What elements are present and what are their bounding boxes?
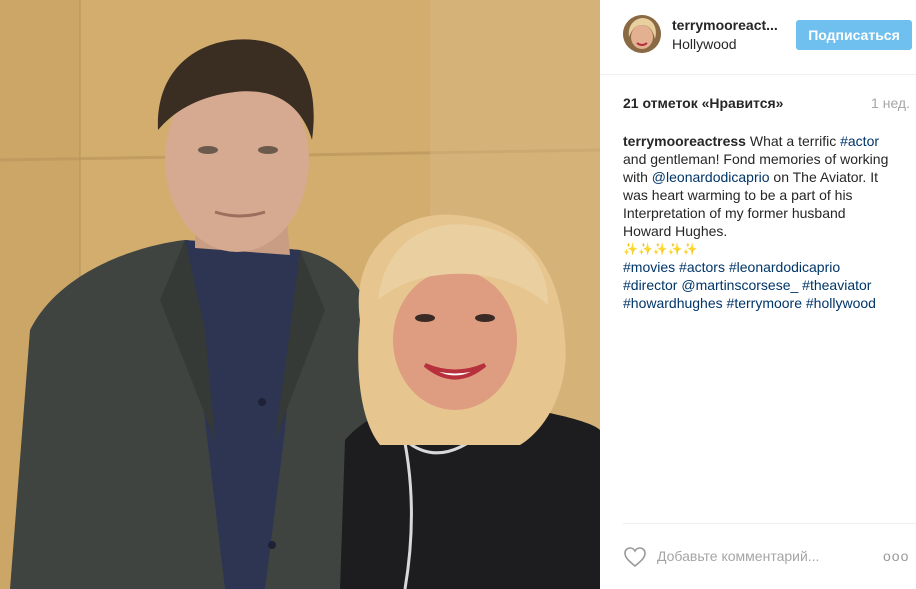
hashtag-link[interactable]: #director [623, 277, 677, 293]
hashtag-link[interactable]: #movies [623, 259, 675, 275]
hashtag-link[interactable]: #terrymoore [727, 295, 802, 311]
comment-input[interactable]: Добавьте комментарий... [657, 548, 877, 564]
mention-link[interactable]: @leonardodicaprio [652, 169, 770, 185]
caption-line-6: Howard Hughes. [623, 223, 728, 239]
caption-text: on The Aviator. It [769, 169, 878, 185]
hashtag-line-3: #howardhughes #terrymoore #hollywood [623, 294, 909, 312]
post-side-panel: terrymooreact... Hollywood Подписаться 2… [600, 0, 916, 589]
hashtag-link[interactable]: #hollywood [806, 295, 876, 311]
hashtag-line-2: #director @martinscorsese_ #theaviator [623, 276, 909, 294]
follow-button[interactable]: Подписаться [796, 20, 912, 50]
location-link[interactable]: Hollywood [672, 36, 737, 52]
comment-bar: Добавьте комментарий... ooo [623, 523, 916, 589]
caption-text: What a terrific [745, 133, 841, 149]
caption-line-2: and gentleman! Fond memories of working [623, 151, 889, 167]
hashtag-link[interactable]: #actor [840, 133, 879, 149]
avatar-image-icon [623, 15, 661, 53]
username[interactable]: terrymooreact... [672, 17, 778, 33]
caption-text: with [623, 169, 652, 185]
heart-icon[interactable] [623, 546, 647, 568]
more-options-icon[interactable]: ooo [883, 548, 909, 564]
hashtag-line-1: #movies #actors #leonardodicaprio [623, 258, 909, 276]
avatar[interactable] [623, 15, 661, 53]
mention-link[interactable]: @martinscorsese_ [681, 277, 798, 293]
caption-line-5: Interpretation of my former husband [623, 205, 846, 221]
caption-line-3: with @leonardodicaprio on The Aviator. I… [623, 168, 909, 186]
hashtag-link[interactable]: #actors [679, 259, 725, 275]
post-time[interactable]: 1 нед. [871, 95, 910, 111]
photo-icon [0, 0, 600, 589]
likes-count[interactable]: 21 отметок «Нравится» [623, 95, 783, 111]
caption-line-1: terrymooreactress What a terrific #actor [623, 132, 909, 150]
hashtag-link[interactable]: #theaviator [802, 277, 871, 293]
hashtag-link[interactable]: #howardhughes [623, 295, 723, 311]
post-header: terrymooreact... Hollywood Подписаться [600, 0, 916, 75]
caption: terrymooreactress What a terrific #actor… [623, 132, 909, 312]
sparkles-emoji: ✨✨✨✨✨ [623, 242, 698, 256]
caption-username[interactable]: terrymooreactress [623, 133, 746, 149]
hashtag-link[interactable]: #leonardodicaprio [729, 259, 840, 275]
post: terrymooreact... Hollywood Подписаться 2… [0, 0, 916, 589]
post-photo[interactable] [0, 0, 600, 589]
caption-line-4: was heart warming to be a part of his [623, 187, 853, 203]
